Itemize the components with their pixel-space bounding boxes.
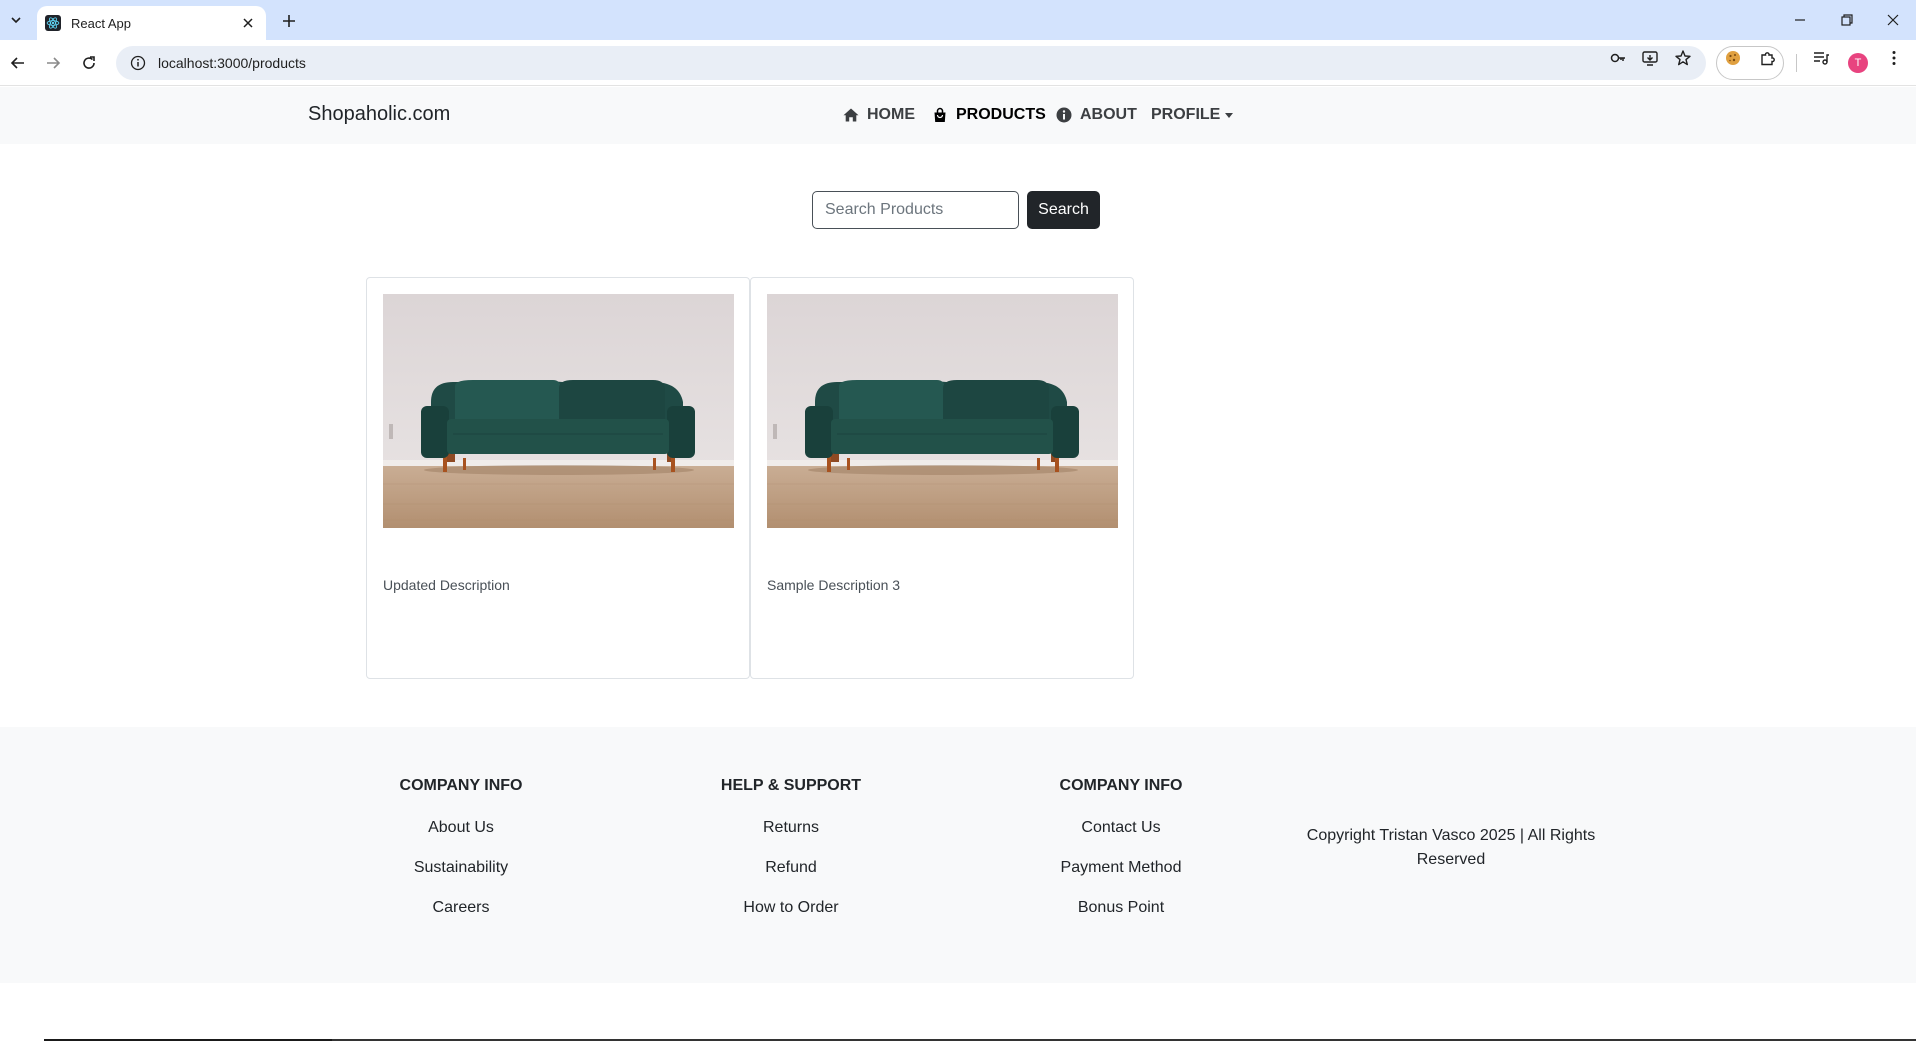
nav-profile-dropdown[interactable]: PROFILE (1151, 106, 1234, 124)
nav-products[interactable]: PRODUCTS (932, 106, 1046, 124)
tab-close-icon[interactable] (238, 13, 258, 33)
footer-column-help-support: HELP & SUPPORT Returns Refund How to Ord… (661, 777, 921, 937)
react-logo-icon (45, 15, 61, 31)
product-description: Updated Description (383, 577, 510, 593)
nav-about-label: ABOUT (1080, 106, 1137, 123)
new-tab-plus-icon[interactable] (277, 9, 301, 33)
info-icon (1056, 107, 1072, 123)
browser-menu-icon[interactable] (1885, 49, 1903, 67)
toolbar-divider (1796, 54, 1797, 72)
nav-about[interactable]: ABOUT (1056, 106, 1137, 124)
home-icon (843, 108, 859, 122)
install-app-icon[interactable] (1641, 49, 1659, 67)
footer-link-sustainability[interactable]: Sustainability (331, 857, 591, 878)
address-bar[interactable]: localhost:3000/products (116, 46, 1706, 80)
footer-link-about-us[interactable]: About Us (331, 817, 591, 838)
footer-column-company-info-2: COMPANY INFO Contact Us Payment Method B… (991, 777, 1251, 937)
nav-home-label: HOME (867, 106, 915, 123)
browser-tab[interactable]: React App (37, 6, 266, 40)
media-queue-icon[interactable] (1812, 49, 1830, 67)
footer-column-company-info: COMPANY INFO About Us Sustainability Car… (331, 777, 591, 937)
profile-avatar[interactable]: T (1848, 53, 1868, 73)
nav-home[interactable]: HOME (843, 106, 915, 124)
copyright-text: Copyright Tristan Vasco 2025 | All Right… (1306, 827, 1596, 868)
search-button[interactable]: Search (1027, 191, 1100, 229)
extensions-puzzle-icon[interactable] (1759, 49, 1777, 67)
footer-link-bonus-point[interactable]: Bonus Point (991, 897, 1251, 918)
site-navbar: Shopaholic.com HOME PRODUCTS ABOUT PROFI… (0, 87, 1916, 144)
footer-link-contact-us[interactable]: Contact Us (991, 817, 1251, 838)
back-arrow-icon[interactable] (6, 51, 30, 75)
site-info-icon[interactable] (130, 55, 146, 71)
product-card[interactable]: Updated Description (366, 277, 750, 679)
product-card[interactable]: Sample Description 3 (750, 277, 1134, 679)
cookie-extension-icon[interactable] (1724, 49, 1742, 67)
minimize-icon[interactable] (1778, 6, 1822, 34)
product-description: Sample Description 3 (767, 577, 901, 593)
url-text: localhost:3000/products (158, 55, 306, 71)
forward-arrow-icon[interactable] (41, 51, 65, 75)
search-products-input[interactable] (812, 191, 1019, 229)
product-image-sofa[interactable] (767, 294, 1118, 528)
site-footer: COMPANY INFO About Us Sustainability Car… (0, 727, 1916, 983)
close-window-icon[interactable] (1871, 6, 1915, 34)
footer-heading: HELP & SUPPORT (720, 777, 862, 794)
brand-logo-link[interactable]: Shopaholic.com (308, 103, 450, 126)
footer-link-refund[interactable]: Refund (661, 857, 921, 878)
shopping-bag-icon (934, 107, 946, 122)
footer-link-returns[interactable]: Returns (661, 817, 921, 838)
footer-link-payment-method[interactable]: Payment Method (991, 857, 1251, 878)
password-key-icon[interactable] (1609, 49, 1627, 67)
browser-toolbar: localhost:3000/products T (0, 40, 1916, 86)
restore-icon[interactable] (1825, 6, 1869, 34)
footer-heading: COMPANY INFO (399, 777, 523, 794)
browser-tabstrip: React App (0, 0, 1916, 40)
footer-heading: COMPANY INFO (1059, 777, 1183, 794)
nav-products-label: PRODUCTS (956, 106, 1046, 123)
product-image-sofa[interactable] (383, 294, 734, 528)
tab-search-chevron-icon[interactable] (6, 8, 26, 32)
chevron-down-icon (1225, 112, 1234, 118)
tab-title: React App (71, 15, 131, 31)
footer-link-careers[interactable]: Careers (331, 897, 591, 918)
nav-profile-label: PROFILE (1151, 106, 1221, 123)
reload-icon[interactable] (77, 51, 101, 75)
footer-link-how-to-order[interactable]: How to Order (661, 897, 921, 918)
bookmark-star-icon[interactable] (1674, 49, 1692, 67)
